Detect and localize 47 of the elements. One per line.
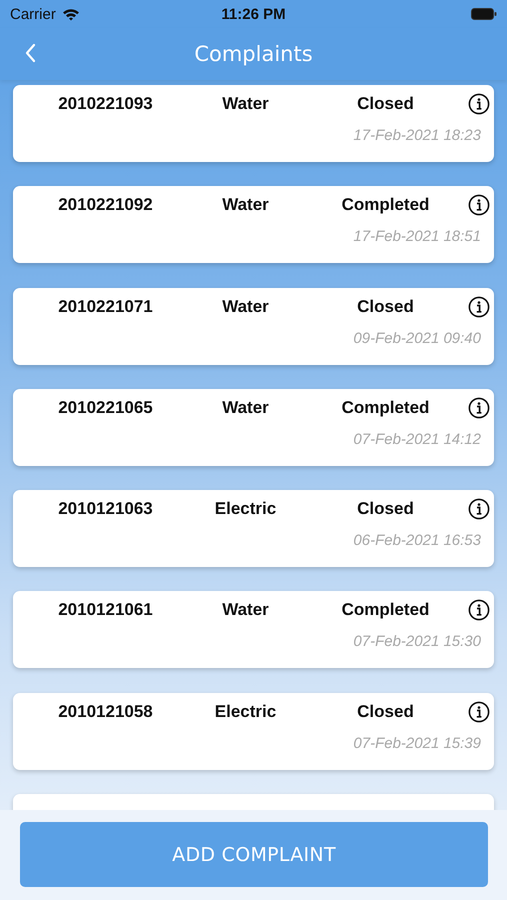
complaint-date: 07-Feb-2021 15:39 — [353, 734, 481, 752]
complaint-card[interactable]: 2010121058 Electric Closed 07-Feb-2021 15:39 — [13, 692, 494, 770]
info-icon[interactable] — [468, 194, 490, 216]
info-icon[interactable] — [468, 498, 490, 520]
complaint-number: 2010121063 — [58, 499, 153, 520]
complaint-number: 2010121061 — [58, 600, 153, 620]
complaint-category: Water — [222, 398, 269, 418]
complaint-status: Closed — [357, 94, 414, 114]
complaint-status: Closed — [357, 499, 414, 520]
carrier-label: Carrier — [10, 6, 56, 22]
complaint-number: 2010221065 — [58, 398, 153, 418]
info-icon[interactable] — [468, 700, 490, 723]
wifi-icon — [62, 8, 80, 20]
complaint-category: Water — [222, 296, 269, 317]
complaint-date: 07-Feb-2021 14:12 — [353, 430, 481, 448]
info-icon[interactable] — [468, 93, 490, 115]
info-icon[interactable] — [468, 296, 490, 318]
complaint-status: Closed — [357, 702, 414, 722]
battery-icon — [471, 8, 497, 20]
complaint-card[interactable]: 2010221065 Water Completed 07-Feb-2021 14:12 — [13, 388, 494, 466]
complaint-number: 2010221093 — [58, 94, 153, 114]
complaint-number: 2010121058 — [58, 702, 153, 722]
complaint-date: 07-Feb-2021 15:30 — [353, 633, 481, 650]
complaint-number: 2010221071 — [58, 296, 153, 317]
complaint-category: Electric — [214, 499, 276, 520]
complaint-date: 06-Feb-2021 16:53 — [353, 532, 481, 550]
complaint-date: 17-Feb-2021 18:51 — [353, 228, 481, 246]
info-icon[interactable] — [468, 396, 490, 419]
complaint-status: Closed — [357, 296, 414, 317]
complaint-card[interactable]: 2010221093 Water Closed 17-Feb-2021 18:23 — [13, 85, 494, 162]
complaint-date: 17-Feb-2021 18:23 — [353, 127, 481, 144]
complaint-card[interactable]: 2010221092 Water Completed 17-Feb-2021 18:51 — [13, 186, 494, 264]
complaint-status: Completed — [342, 398, 430, 418]
screen-title: Complaints — [194, 42, 313, 66]
complaint-status: Completed — [342, 195, 430, 216]
complaint-category: Water — [222, 94, 269, 114]
complaint-status: Completed — [342, 600, 430, 620]
info-icon[interactable] — [468, 599, 490, 622]
complaint-card[interactable]: 2010221071 Water Closed 09-Feb-2021 09:40 — [13, 288, 494, 365]
complaint-category: Water — [222, 600, 269, 620]
clock-time: 11:26 PM — [221, 6, 286, 22]
complaint-category: Electric — [214, 702, 276, 722]
complaint-date: 09-Feb-2021 09:40 — [353, 330, 481, 347]
complaint-category: Water — [222, 195, 269, 216]
complaint-card[interactable]: 2010121061 Water Completed 07-Feb-2021 15:30 — [13, 591, 494, 668]
complaint-card[interactable]: 2010121063 Electric Closed 06-Feb-2021 16:53 — [13, 490, 494, 568]
complaint-number: 2010221092 — [58, 195, 153, 216]
